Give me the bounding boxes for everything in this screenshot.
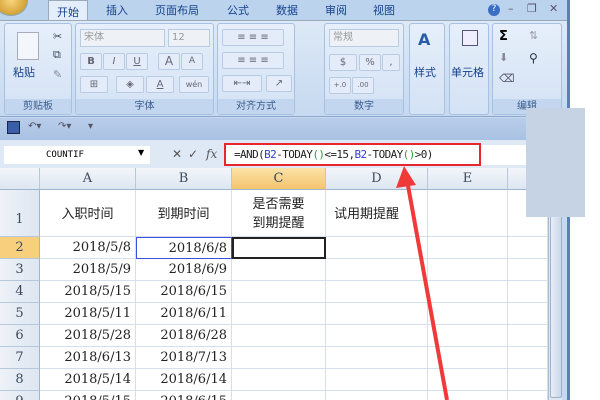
annotation-arrow [396,166,449,400]
arrow-shaft [405,179,449,400]
arrow-head [396,166,416,188]
